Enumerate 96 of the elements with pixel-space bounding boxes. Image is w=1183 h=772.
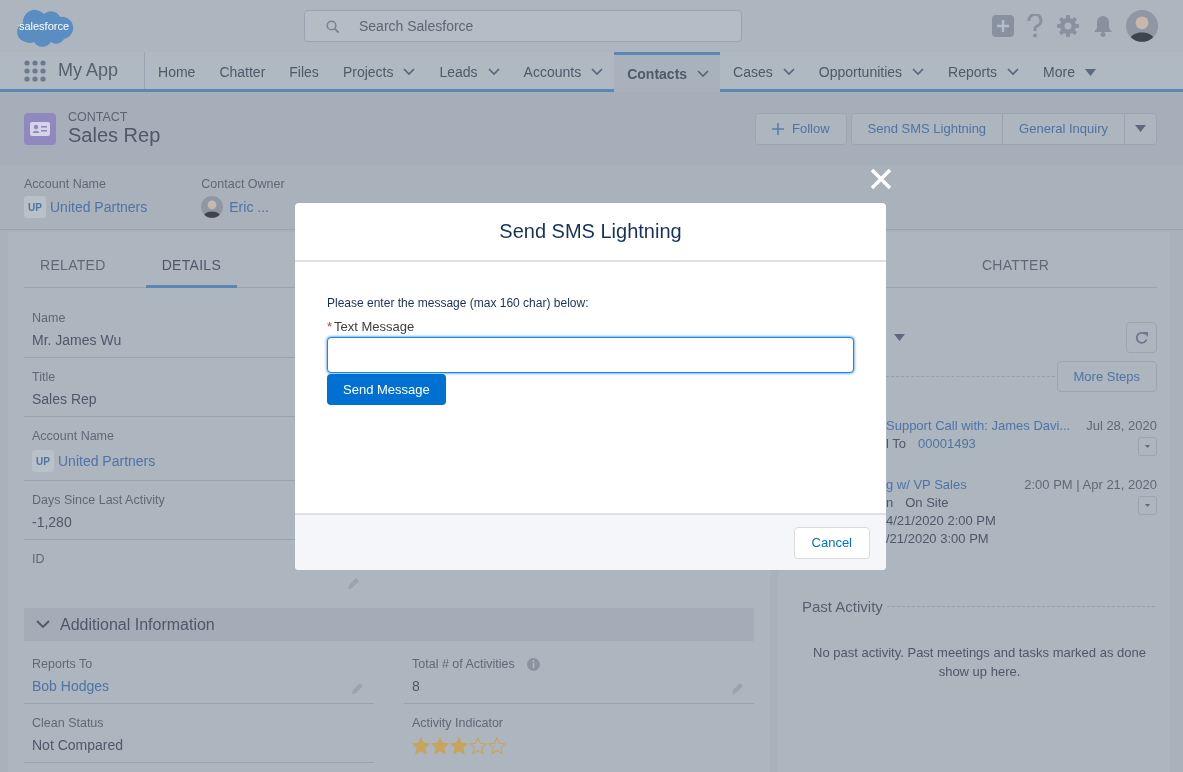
caret-icon	[1007, 68, 1020, 76]
activity-title-link[interactable]: Support Call with: James Davi...	[886, 418, 1071, 433]
field-link[interactable]: Bob Hodges	[32, 678, 110, 694]
owner-link[interactable]: Eric ...	[229, 199, 269, 215]
activity-detail: 4/21/2020 2:00 PM	[886, 513, 996, 528]
nav-tab[interactable]: Home	[145, 52, 207, 89]
field-label: Total # of Activities	[412, 657, 515, 671]
triangle-icon	[1085, 68, 1096, 76]
activity-detail: On Site	[905, 495, 949, 510]
activity-detail: n	[886, 495, 894, 510]
star-icon	[412, 737, 430, 755]
refresh-button[interactable]	[1126, 322, 1157, 353]
activity-menu-button[interactable]	[1138, 437, 1157, 456]
activity-detail: /21/2020 3:00 PM	[886, 531, 989, 546]
nav-tab[interactable]: Leads	[426, 52, 511, 89]
app-launcher-icon[interactable]	[24, 59, 46, 82]
modal-title: Send SMS Lightning	[499, 220, 682, 243]
star-icon	[431, 737, 449, 755]
caret-icon	[487, 68, 500, 76]
activity-title-link[interactable]: g w/ VP Sales	[886, 477, 967, 492]
dropdown-icon	[1145, 443, 1150, 450]
activity-menu-button[interactable]	[1138, 496, 1157, 515]
highlight-label: Account Name	[24, 177, 107, 191]
nav-tab[interactable]: More	[1030, 52, 1107, 89]
record-title: Sales Rep	[68, 124, 161, 147]
field-label: Text Message	[334, 319, 415, 334]
star-icon	[488, 737, 506, 755]
required-mark: *	[327, 319, 333, 334]
cancel-button[interactable]: Cancel	[793, 526, 870, 559]
nav-tab[interactable]: Accounts	[510, 52, 615, 89]
more-steps-button[interactable]: More Steps	[1056, 361, 1157, 392]
instructions-text: Please enter the message (max 160 char) below:	[327, 296, 589, 310]
dropdown-icon	[1145, 502, 1150, 509]
nav-tab[interactable]: Contacts	[614, 52, 721, 92]
caret-icon	[403, 68, 416, 76]
close-icon[interactable]	[869, 167, 893, 191]
record-tab[interactable]: CHATTER	[965, 257, 1066, 288]
plus-icon	[772, 122, 784, 135]
filter-dropdown-icon	[894, 334, 905, 341]
section-title: Additional Information	[60, 615, 215, 634]
field-label: Days Since Last Activity	[32, 493, 165, 507]
nav-tab[interactable]: Chatter	[206, 52, 277, 89]
more-actions-button[interactable]	[1124, 113, 1156, 144]
account-link[interactable]: United Partners	[58, 453, 156, 469]
field-label: Account Name	[32, 429, 114, 443]
activity-detail: l To	[886, 436, 906, 451]
star-icon	[450, 737, 468, 755]
highlight-label: Contact Owner	[201, 177, 285, 191]
account-logo: UP	[24, 196, 46, 218]
notification-bell-icon[interactable]	[1093, 15, 1113, 37]
caret-icon	[782, 68, 795, 76]
nav-tab[interactable]: Opportunities	[805, 52, 936, 89]
field-label: Reports To	[32, 657, 93, 671]
account-link[interactable]: United Partners	[50, 199, 148, 215]
follow-button[interactable]: Follow	[756, 113, 846, 144]
activity-date: Jul 28, 2020	[1086, 418, 1157, 433]
field-label: Title	[32, 370, 56, 384]
past-activity-heading: Past Activity	[802, 598, 883, 615]
field-value: Mr. James Wu	[32, 332, 122, 348]
account-logo: UP	[32, 450, 54, 472]
add-icon[interactable]	[992, 15, 1014, 37]
search-field[interactable]: Search Salesforce	[304, 10, 742, 42]
dropdown-icon	[1135, 125, 1146, 132]
field-label: ID	[32, 552, 45, 566]
caret-icon	[697, 69, 710, 78]
field-value: Sales Rep	[32, 391, 97, 407]
action-button[interactable]: General Inquiry	[1002, 113, 1124, 144]
nav-tab[interactable]: Reports	[935, 52, 1031, 89]
nav-tab[interactable]: Files	[276, 52, 330, 89]
caret-icon	[591, 68, 604, 76]
refresh-icon	[1134, 330, 1149, 345]
field-value: 8	[412, 678, 420, 694]
activity-date: 2:00 PM | Apr 21, 2020	[1024, 477, 1157, 492]
text-message-field[interactable]	[327, 337, 854, 373]
object-type: CONTACT	[68, 110, 129, 124]
activity-link[interactable]: 00001493	[918, 436, 976, 451]
send-message-button[interactable]: Send Message	[327, 374, 446, 405]
app-name: My App	[58, 60, 119, 81]
contact-card-icon	[30, 121, 50, 136]
caret-icon	[912, 68, 925, 76]
nav-tab[interactable]: Cases	[720, 52, 806, 89]
empty-message: No past activity. Past meetings and tasks marked as done show up here.	[812, 644, 1147, 681]
record-tab[interactable]: RELATED	[24, 257, 122, 288]
field-label: Clean Status	[32, 716, 104, 730]
action-button[interactable]: Send SMS Lightning	[851, 113, 1003, 144]
field-label: Name	[32, 311, 66, 325]
star-icon	[469, 737, 487, 755]
field-value: -1,280	[32, 514, 72, 530]
field-value: Not Compared	[32, 737, 124, 753]
section-header[interactable]: Additional Information	[24, 608, 754, 641]
avatar-icon	[201, 196, 224, 218]
field-label: Activity Indicator	[412, 716, 503, 730]
nav-tab[interactable]: Projects	[329, 52, 427, 89]
record-tab[interactable]: DETAILS	[145, 257, 238, 288]
avatar-icon	[1126, 10, 1158, 42]
help-icon[interactable]	[1027, 14, 1043, 38]
